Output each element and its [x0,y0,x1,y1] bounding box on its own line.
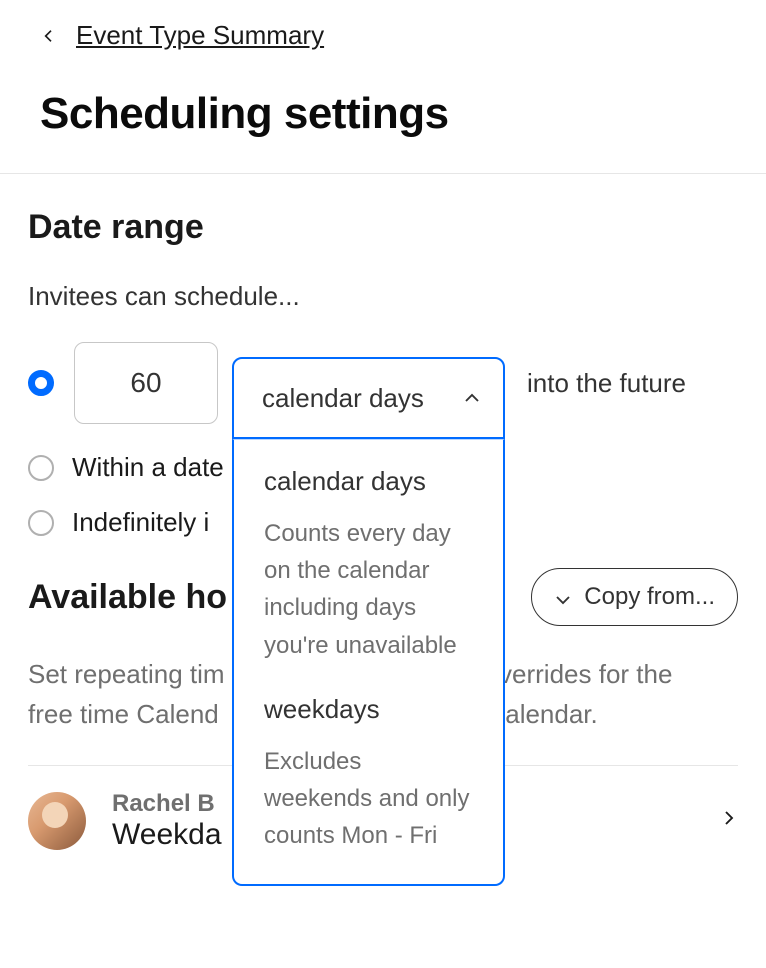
desc-c: free time Calend [28,699,219,729]
unit-dropdown: calendar days calendar days Counts every… [232,357,505,886]
person-left: Rachel B Weekda [28,790,222,852]
available-hours-title: Available ho [28,578,227,617]
radio-rolling[interactable] [28,370,54,396]
copy-from-button[interactable]: Copy from... [531,568,738,626]
desc-b: verrides for the [499,659,672,689]
trail-text: into the future [527,368,686,399]
radio-indefinite[interactable] [28,510,54,536]
dropdown-option-desc: Counts every day on the calendar includi… [264,515,475,664]
chevron-right-icon[interactable] [720,809,738,832]
unit-dropdown-trigger[interactable]: calendar days [232,357,505,439]
dropdown-option-weekdays[interactable]: weekdays Excludes weekends and only coun… [264,694,475,855]
unit-dropdown-selected: calendar days [262,383,424,414]
desc-a: Set repeating tim [28,659,225,689]
date-range-lead: Invitees can schedule... [28,281,738,312]
radio-indefinite-label: Indefinitely i [72,507,209,538]
page-root: { "breadcrumb": { "back_label": "Event T… [0,0,766,968]
breadcrumb: Event Type Summary [40,20,726,51]
person-name: Rachel B [112,790,222,818]
days-input[interactable]: 60 [74,342,218,424]
dropdown-option-calendar-days[interactable]: calendar days Counts every day on the ca… [264,466,475,664]
unit-dropdown-panel: calendar days Counts every day on the ca… [232,439,505,886]
radio-within-label: Within a date [72,452,224,483]
dropdown-option-desc: Excludes weekends and only counts Mon - … [264,743,475,855]
dropdown-option-title: calendar days [264,466,475,497]
chevron-down-icon [554,588,572,606]
days-input-value: 60 [130,367,161,399]
avatar [28,792,86,850]
date-range-title: Date range [28,208,738,247]
breadcrumb-link[interactable]: Event Type Summary [76,20,324,51]
chevron-up-icon [463,389,481,407]
header: Event Type Summary Scheduling settings [0,0,766,139]
chevron-left-icon[interactable] [40,27,58,45]
person-text: Rachel B Weekda [112,790,222,852]
desc-d: alendar. [505,699,598,729]
copy-from-label: Copy from... [584,583,715,611]
page-title: Scheduling settings [40,89,726,139]
person-schedule: Weekda [112,818,222,852]
dropdown-option-title: weekdays [264,694,475,725]
radio-within[interactable] [28,455,54,481]
